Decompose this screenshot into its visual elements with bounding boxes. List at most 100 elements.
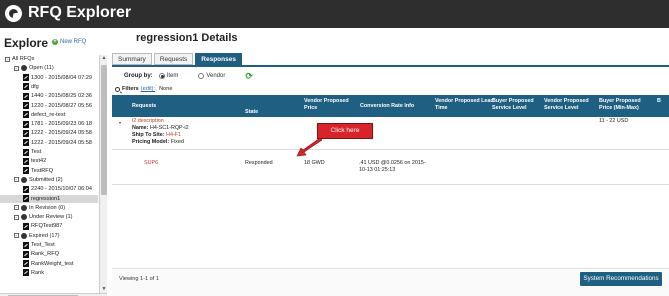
tree-item[interactable]: − Expired (17) — [0, 232, 98, 240]
col-vendor-price[interactable]: Vendor Proposed Price — [304, 98, 358, 111]
tree-item[interactable]: 1222 - 2015/09/24 05:58 — [0, 129, 98, 137]
callout-arrow-icon — [296, 137, 322, 157]
vendor-link[interactable]: SUP6 — [144, 160, 158, 167]
name-value: H4-SC1-RQP-i2 — [149, 125, 189, 131]
tree-item-label: Submitted (2) — [29, 176, 63, 183]
grid-footer: Viewing 1-1 of 1 System Recommendations — [112, 268, 669, 296]
tree-item[interactable]: 1222 - 2015/09/24 05:58 — [0, 139, 98, 147]
globe-icon — [21, 214, 27, 221]
col-vendor-service[interactable]: Vendor Proposed Service Level — [544, 98, 596, 111]
pricing-label: Pricing Model: — [132, 139, 170, 145]
col-lead-time[interactable]: Vendor Proposed Lead Time — [435, 98, 499, 111]
search-icon — [115, 86, 120, 92]
radio-item[interactable] — [158, 73, 165, 79]
tree-item[interactable]: Rank_RFQ — [0, 250, 98, 258]
document-icon — [23, 167, 29, 175]
tree-item[interactable]: Test_Test — [0, 241, 98, 249]
tree-vertical-scrollbar[interactable]: ▲ ▼ — [99, 55, 107, 293]
col-buyer-price[interactable]: Buyer Proposed Price (Min-Max) — [599, 98, 651, 111]
table-row-group[interactable]: ▾ i2 description Name: H4-SC1-RQP-i2 Shi… — [112, 117, 669, 150]
col-conversion[interactable]: Conversion Rate Info — [360, 103, 414, 110]
tree-item-label: Open (11) — [29, 65, 54, 72]
refresh-icon[interactable]: ⟳ — [245, 72, 253, 81]
tree-item[interactable]: 1300 - 2015/08/04 07:29 — [0, 74, 98, 82]
tree-item-label: Under Review (1) — [29, 214, 73, 221]
expand-toggle-icon[interactable]: − — [14, 65, 19, 71]
col-requests[interactable]: Requests — [132, 103, 156, 110]
page-title: regression1 Details — [136, 32, 238, 44]
tree-item[interactable]: test42 — [0, 157, 98, 165]
tree-item[interactable]: RFQTest987 — [0, 222, 98, 230]
name-label: Name: — [132, 125, 149, 131]
globe-icon — [21, 232, 27, 239]
tree-item[interactable]: Rank — [0, 269, 98, 277]
sidebar-heading: Explore — [4, 36, 49, 50]
tree-item[interactable]: regression1 — [0, 194, 98, 203]
group-by-vendor-option[interactable]: Vendor — [198, 73, 225, 79]
tree-item[interactable]: 1220 - 2015/08/27 05:56 — [0, 102, 98, 110]
expand-toggle-icon[interactable]: − — [14, 233, 19, 239]
tree-item[interactable]: − Open (11) — [0, 64, 98, 72]
document-icon — [23, 241, 29, 249]
tree-item[interactable]: 1440 - 2015/08/25 02:36 — [0, 92, 98, 100]
document-icon — [23, 92, 29, 100]
collapse-icon[interactable]: ▾ — [119, 120, 121, 125]
system-recommendations-button[interactable]: System Recommendations — [580, 272, 662, 286]
tree-item[interactable]: RankWeight_test — [0, 260, 98, 268]
tab-requests[interactable]: Requests — [153, 53, 194, 65]
tab-responses[interactable]: Responses — [195, 53, 242, 65]
tab-summary[interactable]: Summary — [112, 53, 152, 65]
scroll-up-icon[interactable]: ▲ — [100, 55, 108, 62]
tree-item[interactable]: − Submitted (2) — [0, 176, 98, 184]
tree-item[interactable]: TestRFQ — [0, 167, 98, 175]
filters-value: None — [159, 86, 173, 92]
tree-item-label: Expired (17) — [29, 232, 60, 239]
tree-item[interactable]: 2240 - 2015/10/07 06:04 — [0, 185, 98, 193]
app-header: RFQ Explorer — [0, 0, 669, 28]
col-buyer-service[interactable]: Buyer Proposed Service Level — [492, 98, 544, 111]
response-price[interactable]: 18 GWD — [304, 160, 325, 167]
globe-icon — [21, 176, 27, 183]
document-icon — [23, 102, 29, 109]
conversion-info-line2: 10-13 01:25:13 — [359, 167, 396, 173]
tree-item[interactable]: dfg — [0, 83, 98, 91]
new-rfq-link[interactable]: + New RFQ — [52, 39, 86, 45]
group-by-item-label: Item — [166, 73, 179, 79]
col-state[interactable]: State — [245, 109, 258, 116]
tree-item[interactable]: Test — [0, 148, 98, 156]
main-panel: regression1 Details Summary Requests Res… — [112, 28, 669, 296]
tree-item[interactable]: defect_re-test — [0, 111, 98, 119]
tree-item[interactable]: − Under Review (1) — [0, 213, 98, 221]
expand-toggle-icon[interactable]: − — [14, 205, 19, 211]
expand-toggle-icon[interactable]: − — [14, 177, 19, 183]
app-logo-icon — [5, 5, 22, 22]
table-row-response[interactable]: SUP6 Responded 18 GWD .41 USD @0.0256 on… — [112, 150, 669, 185]
ship-label: Ship To Site: — [132, 132, 165, 138]
expand-toggle-icon[interactable]: − — [14, 214, 19, 220]
tab-bar: Summary Requests Responses — [112, 53, 244, 65]
viewing-count: Viewing 1-1 of 1 — [119, 276, 160, 282]
document-icon — [23, 129, 29, 137]
tree-item[interactable]: − All RFQs — [0, 55, 98, 63]
tree-item-label: test42 — [31, 158, 47, 165]
plus-icon: + — [52, 39, 58, 45]
tree-item-label: 1222 - 2015/09/24 05:58 — [31, 130, 92, 137]
col-truncated[interactable]: B — [657, 98, 661, 105]
globe-icon — [21, 204, 27, 211]
sidebar: Explore + New RFQ − All RFQs − Open (11) 130… — [0, 28, 110, 296]
buyer-price-range: 11 - 22 USD — [599, 118, 629, 124]
tree-item-label: 1440 - 2015/08/25 02:36 — [31, 93, 92, 100]
radio-vendor[interactable] — [198, 73, 205, 79]
tree-item[interactable]: 1781 - 2015/09/23 06:18 — [0, 120, 98, 128]
group-by-item-option[interactable]: Item — [158, 73, 179, 79]
scrollbar-thumb[interactable] — [101, 65, 107, 195]
group-by-vendor-label: Vendor — [206, 73, 226, 79]
grid-header: Requests State Vendor Proposed Price Con… — [112, 95, 669, 117]
document-icon — [23, 185, 29, 193]
ship-value[interactable]: H4-F1 — [166, 132, 181, 138]
tree-item[interactable]: − In Revision (0) — [0, 204, 98, 212]
filters-edit-link[interactable]: (edit): — [141, 86, 155, 92]
document-icon — [23, 260, 29, 268]
scroll-down-icon[interactable]: ▼ — [100, 286, 108, 293]
globe-icon — [21, 65, 27, 72]
